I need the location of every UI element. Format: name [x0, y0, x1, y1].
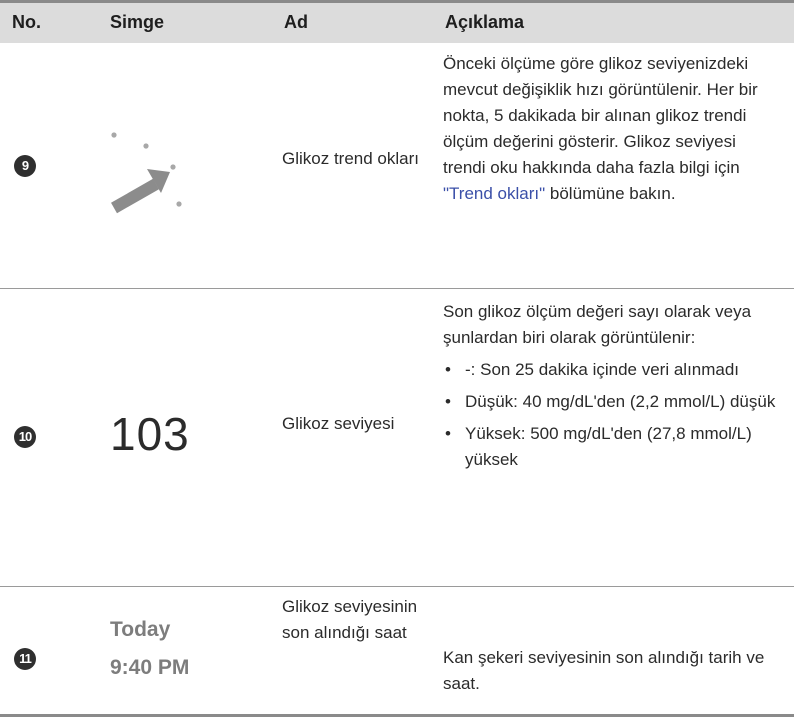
- list-item: Yüksek: 500 mg/dL'den (27,8 mmol/L) yüks…: [443, 421, 783, 473]
- row-name: Glikoz seviyesinin son alındığı saat: [282, 597, 418, 642]
- info-table: No. Simge Ad Açıklama 9 Glikoz trend okl…: [0, 0, 794, 718]
- list-item: Düşük: 40 mg/dL'den (2,2 mmol/L) düşük: [443, 389, 783, 415]
- row-description: Kan şekeri seviyesinin son alındığı tari…: [443, 648, 765, 693]
- glucose-value: 103: [110, 408, 190, 460]
- header-ad: Ad: [284, 12, 308, 32]
- table-bottom-border: [0, 714, 794, 717]
- row-description: Önceki ölçüme göre glikoz seviyenizdeki …: [443, 51, 783, 207]
- timestamp-time: 9:40 PM: [110, 656, 190, 679]
- row-number-badge: 11: [14, 648, 36, 670]
- header-no: No.: [12, 12, 41, 32]
- header-simge: Simge: [110, 12, 165, 32]
- row-description: Son glikoz ölçüm değeri sayı olarak veya…: [443, 299, 783, 479]
- row-divider: [0, 288, 794, 289]
- trend-arrows-link[interactable]: "Trend okları": [443, 184, 545, 203]
- table-header: No. Simge Ad Açıklama: [0, 0, 794, 43]
- row-divider: [0, 586, 794, 587]
- row-number-badge: 9: [14, 155, 36, 177]
- row-name: Glikoz trend okları: [282, 149, 419, 168]
- timestamp: Today 9:40 PM: [110, 611, 250, 687]
- description-text: Önceki ölçüme göre glikoz seviyenizdeki …: [443, 54, 758, 177]
- timestamp-date: Today: [110, 618, 171, 641]
- header-aciklama: Açıklama: [445, 12, 525, 32]
- description-text: Son glikoz ölçüm değeri sayı olarak veya…: [443, 302, 752, 347]
- trend-arrow-icon: [111, 132, 182, 214]
- row-name: Glikoz seviyesi: [282, 414, 395, 433]
- description-text-end: bölümüne bakın.: [545, 184, 676, 203]
- list-item: -: Son 25 dakika içinde veri alınmadı: [443, 357, 783, 383]
- bullet-list: -: Son 25 dakika içinde veri alınmadı Dü…: [443, 357, 783, 473]
- row-number-badge: 10: [14, 426, 36, 448]
